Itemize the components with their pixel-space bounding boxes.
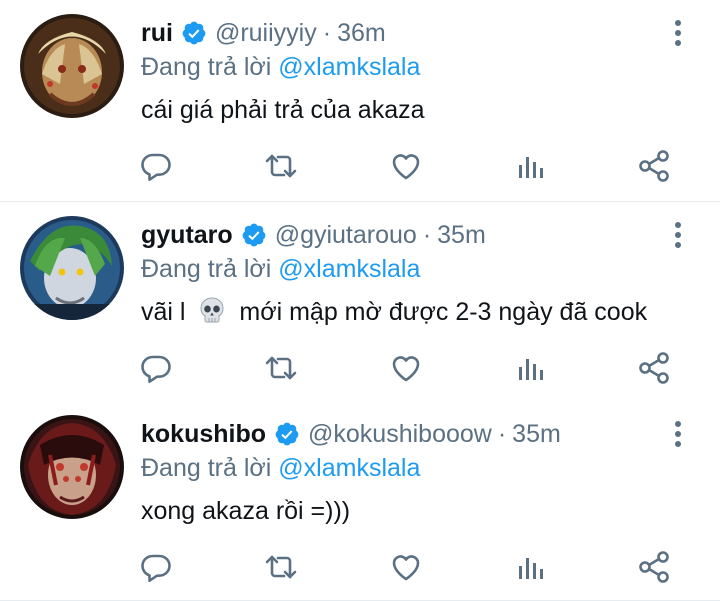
skull-emoji xyxy=(200,297,224,323)
reply-prefix: Đang trả lời xyxy=(141,454,272,482)
tweet-text-content: mới mập mờ được 2-3 ngày đã cook xyxy=(239,298,648,326)
reply-prefix: Đang trả lời xyxy=(141,53,272,81)
share-icon[interactable] xyxy=(636,549,672,585)
tweet[interactable]: kokushibo @kokushibooow · 35m Đang trả l… xyxy=(0,401,720,601)
timestamp[interactable]: 35m xyxy=(512,419,561,449)
tweet-text-content: xong akaza rồi =))) xyxy=(141,497,351,525)
user-handle[interactable]: @kokushibooow xyxy=(308,419,492,449)
reply-mention-link[interactable]: @xlamkslala xyxy=(278,53,420,81)
retweet-icon[interactable] xyxy=(263,549,299,585)
avatar[interactable] xyxy=(20,216,124,320)
analytics-icon[interactable] xyxy=(513,549,549,585)
user-handle[interactable]: @gyiutarouo xyxy=(275,220,417,250)
heart-icon[interactable] xyxy=(388,350,424,386)
display-name[interactable]: rui xyxy=(141,18,173,48)
replying-to: Đang trả lời @xlamkslala xyxy=(141,254,420,284)
verified-badge-icon xyxy=(275,422,299,446)
share-icon[interactable] xyxy=(636,350,672,386)
tweet-text-content: vãi l xyxy=(141,298,186,326)
tweet-text: xong akaza rồi =))) xyxy=(141,495,350,527)
avatar[interactable] xyxy=(20,14,124,118)
tweet-actions xyxy=(0,350,720,386)
tweet-text: cái giá phải trả của akaza xyxy=(141,94,425,126)
tweet[interactable]: rui @ruiiyyiy · 36m Đang trả lời @xlamks… xyxy=(0,0,720,202)
tweet-actions xyxy=(0,549,720,585)
display-name[interactable]: gyutaro xyxy=(141,220,233,250)
comment-icon[interactable] xyxy=(138,549,174,585)
analytics-icon[interactable] xyxy=(513,148,549,184)
heart-icon[interactable] xyxy=(388,148,424,184)
tweet-text: vãi l mới mập mờ được 2-3 ngày đã cook xyxy=(141,296,647,328)
heart-icon[interactable] xyxy=(388,549,424,585)
comment-icon[interactable] xyxy=(138,148,174,184)
separator: · xyxy=(322,19,332,47)
retweet-icon[interactable] xyxy=(263,350,299,386)
reply-prefix: Đang trả lời xyxy=(141,255,272,283)
more-vertical-icon[interactable] xyxy=(670,220,686,250)
comment-icon[interactable] xyxy=(138,350,174,386)
user-handle[interactable]: @ruiiyyiy xyxy=(215,18,317,48)
replying-to: Đang trả lời @xlamkslala xyxy=(141,453,420,483)
more-vertical-icon[interactable] xyxy=(670,419,686,449)
verified-badge-icon xyxy=(242,223,266,247)
replying-to: Đang trả lời @xlamkslala xyxy=(141,52,420,82)
separator: · xyxy=(497,420,507,448)
timestamp[interactable]: 36m xyxy=(337,18,386,48)
retweet-icon[interactable] xyxy=(263,148,299,184)
tweet-actions xyxy=(0,148,720,184)
display-name[interactable]: kokushibo xyxy=(141,419,266,449)
timestamp[interactable]: 35m xyxy=(437,220,486,250)
tweet-text-content: cái giá phải trả của akaza xyxy=(141,96,425,124)
separator: · xyxy=(422,221,432,249)
avatar[interactable] xyxy=(20,415,124,519)
share-icon[interactable] xyxy=(636,148,672,184)
tweet[interactable]: gyutaro @gyiutarouo · 35m Đang trả lời @… xyxy=(0,202,720,401)
reply-mention-link[interactable]: @xlamkslala xyxy=(278,454,420,482)
verified-badge-icon xyxy=(182,21,206,45)
more-vertical-icon[interactable] xyxy=(670,18,686,48)
reply-mention-link[interactable]: @xlamkslala xyxy=(278,255,420,283)
analytics-icon[interactable] xyxy=(513,350,549,386)
